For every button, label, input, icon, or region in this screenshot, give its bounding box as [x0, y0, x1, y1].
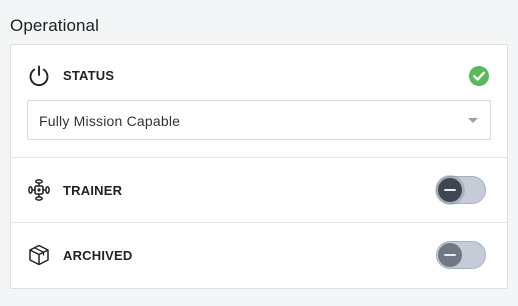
- archived-label: ARCHIVED: [63, 248, 133, 263]
- trainer-label: TRAINER: [63, 183, 123, 198]
- check-circle-icon: [469, 66, 489, 86]
- toggle-knob: [438, 243, 462, 267]
- power-icon: [29, 65, 49, 87]
- minus-icon: [444, 254, 456, 256]
- trainer-row: TRAINER: [11, 158, 507, 223]
- archived-toggle[interactable]: [436, 241, 486, 269]
- status-select[interactable]: Fully Mission Capable: [27, 100, 491, 140]
- status-row: STATUS Fully Mission Capable: [11, 45, 507, 158]
- toggle-knob: [438, 178, 462, 202]
- status-select-value: Fully Mission Capable: [39, 113, 181, 129]
- drone-icon: [28, 179, 50, 201]
- trainer-toggle[interactable]: [436, 176, 486, 204]
- status-label: STATUS: [63, 68, 115, 83]
- section-title: Operational: [10, 16, 99, 35]
- archived-row: ARCHIVED: [11, 223, 507, 288]
- box-icon: [29, 244, 49, 266]
- operational-card: STATUS Fully Mission Capable TRAINER ARC…: [10, 44, 508, 289]
- chevron-down-icon[interactable]: [468, 118, 478, 123]
- minus-icon: [444, 189, 456, 191]
